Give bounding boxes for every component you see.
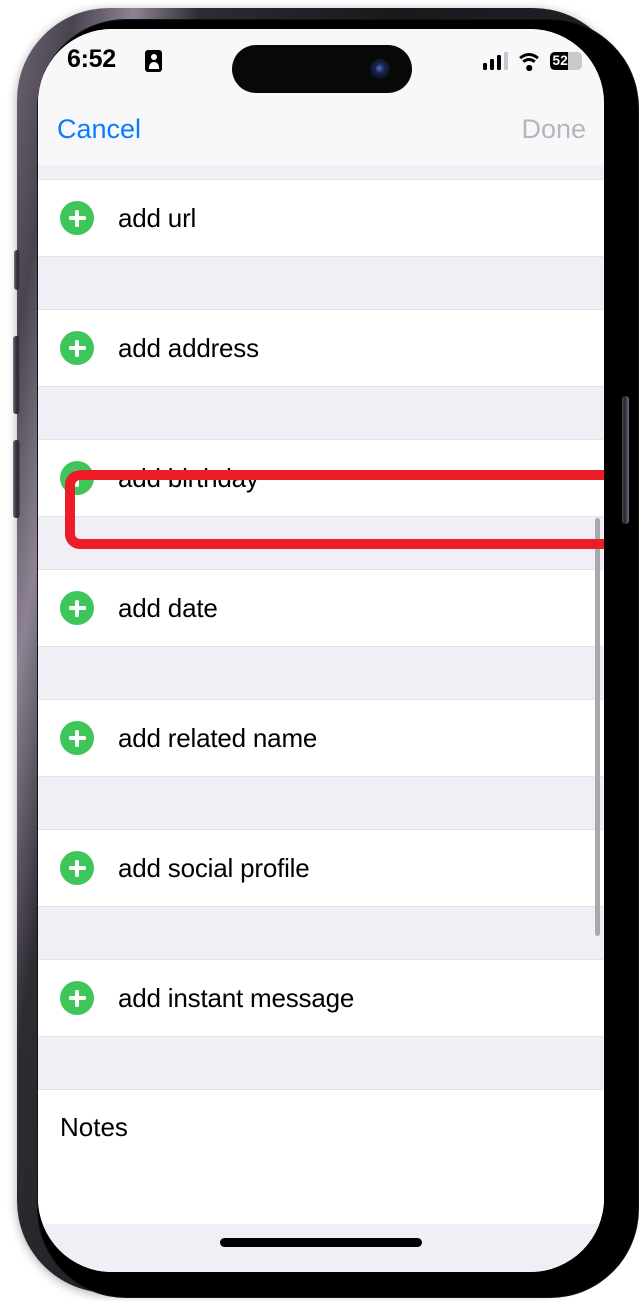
plus-circle-icon[interactable] bbox=[60, 461, 94, 495]
wifi-dot-icon bbox=[526, 65, 532, 71]
list-gap bbox=[38, 907, 604, 959]
notes-label: Notes bbox=[60, 1112, 128, 1142]
add-date-label: add date bbox=[118, 592, 218, 623]
front-camera-icon bbox=[370, 59, 390, 79]
plus-circle-icon[interactable] bbox=[60, 591, 94, 625]
power-button[interactable] bbox=[622, 396, 629, 524]
battery-level-text: 52 bbox=[552, 53, 568, 68]
plus-circle-icon[interactable] bbox=[60, 981, 94, 1015]
add-instant-message-row[interactable]: add instant message bbox=[38, 959, 604, 1037]
plus-circle-icon[interactable] bbox=[60, 721, 94, 755]
contact-edit-form-list[interactable]: add url add address add birthday add dat… bbox=[38, 165, 604, 1272]
add-url-row[interactable]: add url bbox=[38, 179, 604, 257]
cancel-button[interactable]: Cancel bbox=[57, 114, 141, 145]
battery-icon: 52 bbox=[550, 52, 582, 70]
add-related-name-label: add related name bbox=[118, 722, 318, 753]
cellular-signal-icon bbox=[482, 52, 508, 70]
plus-circle-icon[interactable] bbox=[60, 851, 94, 885]
wifi-icon bbox=[515, 52, 543, 71]
add-birthday-label: add birthday bbox=[118, 462, 259, 493]
status-bar-indicators: 52 bbox=[482, 48, 582, 74]
add-url-label: add url bbox=[118, 202, 197, 233]
add-address-label: add address bbox=[118, 332, 259, 363]
list-gap bbox=[38, 387, 604, 439]
volume-down-button[interactable] bbox=[13, 440, 20, 518]
add-birthday-row[interactable]: add birthday bbox=[38, 439, 604, 517]
contact-card-icon bbox=[145, 50, 162, 72]
add-social-profile-row[interactable]: add social profile bbox=[38, 829, 604, 907]
list-gap bbox=[38, 257, 604, 309]
list-gap bbox=[38, 647, 604, 699]
plus-circle-icon[interactable] bbox=[60, 331, 94, 365]
add-date-row[interactable]: add date bbox=[38, 569, 604, 647]
notes-section[interactable]: Notes bbox=[38, 1089, 604, 1239]
done-button[interactable]: Done bbox=[521, 114, 586, 145]
volume-up-button[interactable] bbox=[13, 336, 20, 414]
nav-bar: Cancel Done bbox=[38, 97, 604, 165]
silence-switch-button[interactable] bbox=[14, 250, 20, 290]
list-gap bbox=[38, 777, 604, 829]
add-related-name-row[interactable]: add related name bbox=[38, 699, 604, 777]
list-gap bbox=[38, 1037, 604, 1089]
status-bar-time: 6:52 bbox=[67, 45, 116, 73]
phone-screen: 6:52 52 Cancel Done add url add address … bbox=[38, 29, 604, 1272]
list-gap bbox=[38, 517, 604, 569]
scrollbar[interactable] bbox=[595, 518, 600, 936]
add-address-row[interactable]: add address bbox=[38, 309, 604, 387]
add-instant-message-label: add instant message bbox=[118, 982, 355, 1013]
list-gap bbox=[38, 165, 604, 179]
home-indicator-bar bbox=[38, 1224, 604, 1272]
home-indicator[interactable] bbox=[220, 1238, 422, 1247]
plus-circle-icon[interactable] bbox=[60, 201, 94, 235]
add-social-profile-label: add social profile bbox=[118, 852, 310, 883]
dynamic-island[interactable] bbox=[232, 45, 412, 93]
